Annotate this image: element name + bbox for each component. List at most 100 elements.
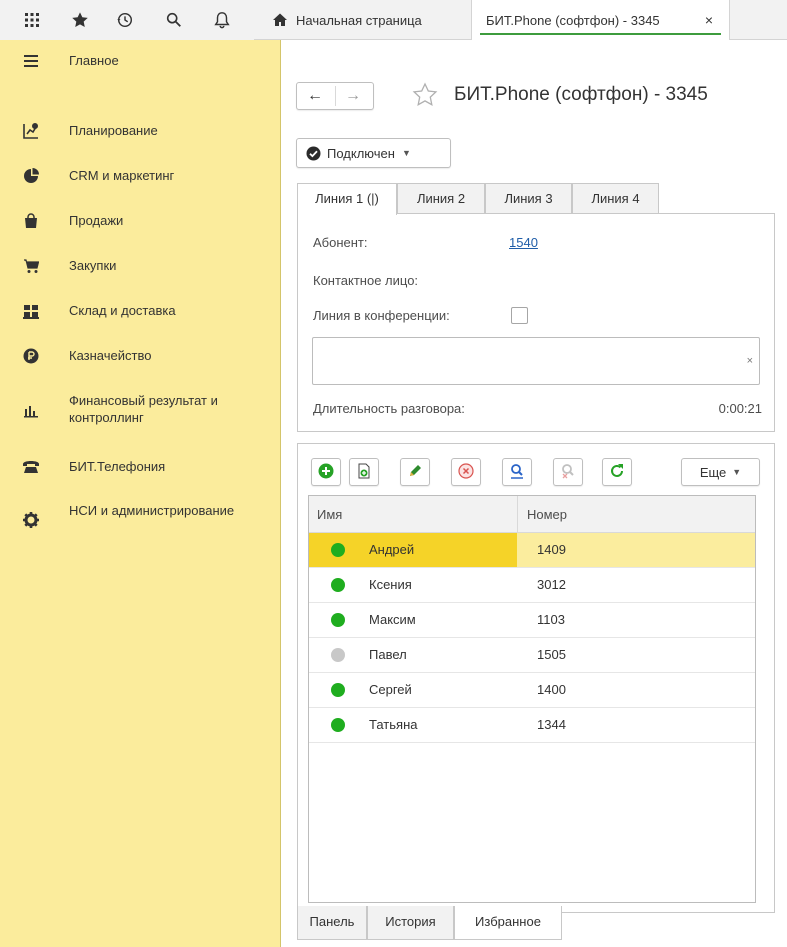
history-icon[interactable] xyxy=(115,10,135,30)
check-circle-icon xyxy=(306,146,321,161)
tab-line-2[interactable]: Линия 2 xyxy=(397,183,485,214)
top-bar: Начальная страница БИТ.Phone (софтфон) -… xyxy=(0,0,787,40)
tab-favorites[interactable]: Избранное xyxy=(454,906,562,940)
duration-value: 0:00:21 xyxy=(718,401,762,416)
presence-status-icon xyxy=(331,683,345,697)
favorite-star-icon[interactable] xyxy=(412,82,440,110)
delete-icon xyxy=(458,462,474,482)
copy-button[interactable] xyxy=(349,458,379,486)
conference-checkbox[interactable] xyxy=(511,307,528,324)
table-row[interactable]: Максим 1103 xyxy=(309,603,755,638)
subscriber-label: Абонент: xyxy=(313,235,368,250)
sidebar-item-label: Казначейство xyxy=(69,348,152,363)
contact-name: Павел xyxy=(369,647,407,662)
apps-grid-icon[interactable] xyxy=(22,10,42,30)
back-button[interactable]: ← xyxy=(303,87,327,105)
shopping-bag-icon xyxy=(22,212,40,230)
contact-number: 3012 xyxy=(537,577,566,592)
sidebar-item-label: НСИ и администрирование xyxy=(69,503,235,518)
search-icon[interactable] xyxy=(164,10,184,30)
duration-label: Длительность разговора: xyxy=(313,401,465,416)
nav-separator xyxy=(335,86,336,106)
connection-status-button[interactable]: Подключен ▼ xyxy=(296,138,451,168)
warehouse-icon xyxy=(22,302,40,320)
ruble-coin-icon xyxy=(22,347,40,365)
sidebar-item-label: CRM и маркетинг xyxy=(69,168,175,183)
sidebar-item-label: Планирование xyxy=(69,123,158,138)
edit-button[interactable] xyxy=(400,458,430,486)
contact-number: 1409 xyxy=(537,542,566,557)
contact-label: Контактное лицо: xyxy=(313,273,419,288)
chevron-down-icon: ▼ xyxy=(401,148,411,158)
table-row[interactable]: Павел 1505 xyxy=(309,638,755,673)
active-tab-indicator xyxy=(480,33,721,35)
bar-chart-icon xyxy=(22,402,40,420)
gear-icon xyxy=(22,511,40,529)
contact-number: 1505 xyxy=(537,647,566,662)
find-button[interactable] xyxy=(502,458,532,486)
close-tab-icon[interactable]: × xyxy=(705,12,713,28)
table-row[interactable]: Сергей 1400 xyxy=(309,673,755,708)
column-header-name[interactable]: Имя xyxy=(317,507,342,522)
refresh-button[interactable] xyxy=(602,458,632,486)
clear-icon[interactable]: × xyxy=(747,355,753,367)
star-icon[interactable] xyxy=(70,10,90,30)
sidebar-item-label: Склад и доставка xyxy=(69,303,176,318)
contact-number: 1400 xyxy=(537,682,566,697)
conference-label: Линия в конференции: xyxy=(313,308,450,323)
table-row[interactable]: Андрей 1409 xyxy=(309,533,755,568)
column-separator xyxy=(517,496,518,532)
softphone-tab[interactable]: БИТ.Phone (софтфон) - 3345 × xyxy=(472,0,730,40)
home-tab-label: Начальная страница xyxy=(296,12,422,28)
favorites-table: Имя Номер Андрей 1409 Ксения 3012 Максим 1103… xyxy=(308,495,756,903)
name-cell: Сергей xyxy=(309,673,517,707)
history-navigation: ← → xyxy=(296,82,374,110)
more-button[interactable]: Еще ▼ xyxy=(681,458,760,486)
main-content: ← → БИТ.Phone (софтфон) - 3345 Подключен… xyxy=(282,40,787,947)
bell-icon[interactable] xyxy=(212,10,232,30)
tab-line-3[interactable]: Линия 3 xyxy=(485,183,572,214)
table-header: Имя Номер xyxy=(309,496,755,533)
contact-name: Андрей xyxy=(369,542,415,557)
sidebar-item-label: Главное xyxy=(69,53,119,68)
name-cell: Татьяна xyxy=(309,708,517,742)
line-panel: Абонент: 1540 Контактное лицо: Линия в к… xyxy=(297,213,775,432)
add-button[interactable] xyxy=(311,458,341,486)
find-icon xyxy=(509,463,525,482)
dial-input[interactable]: × xyxy=(312,337,760,385)
open-tabs: Начальная страница БИТ.Phone (софтфон) -… xyxy=(262,0,787,40)
contact-number: 1103 xyxy=(537,612,565,627)
home-tab[interactable]: Начальная страница xyxy=(262,0,472,40)
sidebar-item-label: Продажи xyxy=(69,213,124,228)
cart-icon xyxy=(22,257,40,275)
cancel-search-icon xyxy=(560,463,576,482)
name-cell: Павел xyxy=(309,638,517,672)
sidebar-item-label: Финансовый результат и контроллинг xyxy=(69,393,218,425)
add-icon xyxy=(318,463,334,482)
forward-button[interactable]: → xyxy=(341,87,365,105)
name-cell: Максим xyxy=(309,603,517,637)
sidebar: Главное Планирование CRM и маркетинг Про… xyxy=(0,40,281,947)
tab-history[interactable]: История xyxy=(367,906,454,940)
subscriber-link[interactable]: 1540 xyxy=(509,235,538,250)
cancel-search-button[interactable] xyxy=(553,458,583,486)
copy-icon xyxy=(356,463,372,482)
presence-status-icon xyxy=(331,718,345,732)
column-header-number[interactable]: Номер xyxy=(527,507,567,522)
tab-line-1[interactable]: Линия 1 (|) xyxy=(297,183,397,215)
tab-panel[interactable]: Панель xyxy=(297,906,367,940)
contact-name: Татьяна xyxy=(369,717,418,732)
sidebar-item-label: БИТ.Телефония xyxy=(69,459,166,474)
refresh-icon xyxy=(609,463,625,482)
pie-chart-icon xyxy=(22,167,40,185)
softphone-tab-label: БИТ.Phone (софтфон) - 3345 xyxy=(486,12,660,28)
favorites-panel: Еще ▼ Имя Номер Андрей 1409 Ксения 3012 Макс… xyxy=(297,443,775,913)
delete-button[interactable] xyxy=(451,458,481,486)
system-icons xyxy=(0,0,254,40)
table-row[interactable]: Ксения 3012 xyxy=(309,568,755,603)
presence-status-icon xyxy=(331,578,345,592)
tab-line-4[interactable]: Линия 4 xyxy=(572,183,659,214)
table-row[interactable]: Татьяна 1344 xyxy=(309,708,755,743)
connection-status-label: Подключен xyxy=(327,145,395,161)
name-cell: Андрей xyxy=(309,533,517,567)
